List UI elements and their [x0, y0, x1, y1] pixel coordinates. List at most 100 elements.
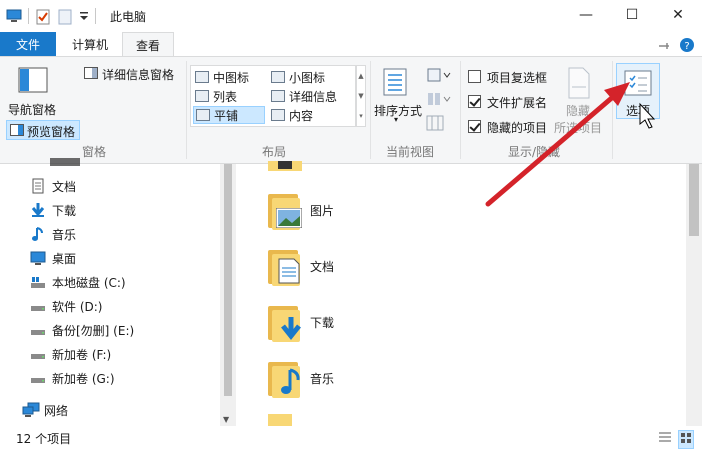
minimize-button[interactable]: — [563, 0, 609, 30]
drive-icon [30, 322, 46, 338]
close-button[interactable]: ✕ [655, 0, 701, 30]
content-scrollbar[interactable] [686, 164, 702, 426]
add-columns-button[interactable] [426, 91, 454, 109]
file-list: 图片 文档 下载 音乐 [236, 161, 702, 426]
content-icon [271, 109, 285, 121]
hide-selected-button[interactable]: 隐藏 所选项目 [552, 65, 608, 135]
layout-small-icons[interactable]: 小图标 [269, 68, 349, 86]
ribbon-tabs: 文件 计算机 查看 ? [0, 32, 702, 57]
pin-icon[interactable] [658, 40, 670, 54]
sort-icon [380, 67, 410, 102]
group-label-current-view: 当前视图 [386, 145, 435, 159]
nav-item-drive-g[interactable]: 新加卷 (G:) [30, 367, 115, 389]
nav-item-documents[interactable]: 文档 [30, 175, 76, 197]
options-icon [623, 68, 653, 101]
properties-icon[interactable] [35, 9, 51, 25]
ribbon-right-controls: ? [658, 38, 694, 55]
nav-pane-button[interactable]: 导航窗格 [8, 67, 68, 119]
document-icon [30, 178, 46, 194]
network-icon [22, 402, 40, 418]
desktop-icon [30, 250, 46, 266]
downloads-folder-icon [266, 302, 302, 342]
hidden-items-checkbox[interactable] [468, 120, 481, 133]
tiles-view-icon[interactable] [678, 430, 694, 449]
documents-folder-icon [266, 246, 302, 286]
nav-item-music[interactable]: 音乐 [30, 223, 76, 245]
medium-icons-icon [195, 71, 209, 83]
title-bar: 此电脑 — ☐ ✕ [0, 0, 702, 32]
status-bar: 12 个项目 [0, 426, 702, 450]
hide-selected-icon [566, 67, 592, 102]
expand-icon[interactable]: ▾ [357, 106, 365, 126]
file-extensions-label: 文件扩展名 [487, 96, 548, 110]
ribbon-view: 导航窗格 预览窗格 详细信息窗格 窗格 中图标 小图标 列表 详细信息 平铺 内… [0, 56, 702, 164]
nav-item-network[interactable]: 网络 [22, 399, 68, 421]
cut-off-folder [268, 160, 302, 171]
sort-by-button[interactable]: 排序方式 ▾ [374, 65, 422, 135]
tiles-icon [196, 109, 210, 121]
preview-pane-label: 预览窗格 [27, 125, 76, 139]
nav-item-drive-f[interactable]: 新加卷 (F:) [30, 343, 111, 365]
tab-file[interactable]: 文件 [0, 32, 56, 56]
nav-scrollbar[interactable]: ▼ [220, 164, 236, 426]
layout-medium-icons[interactable]: 中图标 [193, 68, 265, 86]
details-icon [271, 90, 285, 102]
music-icon [30, 226, 46, 242]
hidden-items-label: 隐藏的项目 [487, 121, 548, 135]
size-columns-button[interactable] [426, 115, 454, 133]
details-pane-button[interactable]: 详细信息窗格 [84, 65, 180, 83]
group-by-button[interactable] [426, 67, 454, 85]
list-item[interactable]: 文档 [266, 244, 334, 288]
drive-icon [30, 370, 46, 386]
chevron-down-icon[interactable]: ▼ [223, 415, 229, 424]
music-folder-icon [266, 358, 302, 398]
layout-details[interactable]: 详细信息 [269, 87, 349, 105]
small-icons-icon [271, 71, 285, 83]
windows-drive-icon [30, 274, 46, 290]
hide-selected-label-1: 隐藏 [566, 104, 591, 118]
tab-view[interactable]: 查看 [122, 32, 174, 57]
pictures-folder-icon [266, 190, 302, 230]
new-folder-icon[interactable] [57, 9, 73, 25]
chevron-down-icon[interactable] [79, 9, 89, 23]
content-scrollbar-thumb[interactable] [689, 164, 699, 236]
options-label: 选项 [626, 104, 651, 118]
chevron-up-icon[interactable]: ▲ [357, 66, 365, 86]
group-separator [460, 61, 461, 159]
drive-icon [30, 298, 46, 314]
tab-computer[interactable]: 计算机 [60, 32, 120, 56]
nav-scrollbar-thumb[interactable] [224, 164, 232, 396]
list-item[interactable]: 下载 [266, 300, 334, 344]
cut-off-nav-item [50, 158, 80, 166]
list-item[interactable]: 图片 [266, 188, 334, 232]
layout-gallery-scroll[interactable]: ▲ ▼ ▾ [356, 65, 366, 127]
item-checkboxes-checkbox[interactable] [468, 70, 481, 83]
item-count: 12 个项目 [16, 432, 72, 446]
nav-item-downloads[interactable]: 下载 [30, 199, 76, 221]
nav-item-drive-e[interactable]: 备份[勿删] (E:) [30, 319, 134, 341]
layout-list[interactable]: 列表 [193, 87, 265, 105]
layout-content[interactable]: 内容 [269, 106, 349, 124]
list-icon [195, 90, 209, 102]
group-label-layout: 布局 [262, 145, 287, 159]
layout-tiles[interactable]: 平铺 [193, 106, 265, 124]
options-button[interactable]: 选项 [616, 63, 660, 119]
details-view-icon[interactable] [658, 431, 672, 448]
group-label-panes: 窗格 [82, 145, 107, 159]
maximize-button[interactable]: ☐ [609, 0, 655, 30]
details-pane-icon [84, 67, 98, 82]
download-icon [30, 202, 46, 218]
group-label-show-hide: 显示/隐藏 [508, 145, 561, 159]
group-separator [612, 61, 613, 159]
computer-icon[interactable] [6, 9, 22, 23]
file-extensions-checkbox[interactable] [468, 95, 481, 108]
nav-item-desktop[interactable]: 桌面 [30, 247, 76, 269]
nav-item-drive-d[interactable]: 软件 (D:) [30, 295, 102, 317]
quick-access-toolbar [6, 7, 96, 25]
list-item[interactable]: 音乐 [266, 356, 334, 400]
nav-item-drive-c[interactable]: 本地磁盘 (C:) [30, 271, 126, 293]
window-title: 此电脑 [110, 10, 147, 24]
help-icon[interactable]: ? [680, 38, 694, 55]
chevron-down-icon[interactable]: ▼ [357, 86, 365, 106]
preview-pane-button[interactable]: 预览窗格 [6, 120, 80, 140]
